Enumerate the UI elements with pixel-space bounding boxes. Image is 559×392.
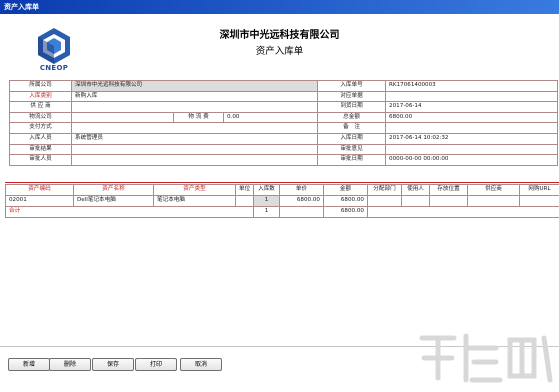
logistics-fee-field[interactable]: 0.00: [222, 111, 319, 124]
order-no-field[interactable]: RK17061400003: [385, 80, 559, 92]
logistics-fee-label: 物 流 费: [173, 111, 224, 124]
supplier-field[interactable]: [70, 101, 319, 113]
document-title: 资产入库单: [255, 46, 304, 57]
approver-label: 审批人员: [9, 154, 72, 166]
belong-company-label: 所属公司: [9, 80, 72, 92]
col-header-amount[interactable]: 金额: [323, 184, 368, 196]
save-button[interactable]: 保存: [92, 358, 134, 371]
category-label: 入库类别: [9, 90, 72, 103]
audit-date-field[interactable]: 0000-00-00 00:00:00: [385, 154, 559, 166]
cell-url[interactable]: [519, 195, 559, 207]
logistics-field[interactable]: [71, 111, 174, 124]
remark-field[interactable]: [385, 122, 559, 134]
total-row-rest: [367, 206, 559, 218]
cell-type[interactable]: 笔记本电脑: [153, 195, 236, 207]
cell-price[interactable]: 6800.00: [279, 195, 324, 207]
col-header-user[interactable]: 使用人: [401, 184, 430, 196]
staff-label: 入库人员: [9, 132, 72, 145]
cell-amount[interactable]: 6800.00: [323, 195, 368, 207]
pay-method-label: 支付方式: [9, 122, 72, 134]
asset-grid: 资产编码 资产名称 资产类型 单位 入库数 单价 金额 分配部门 使用人 存放位…: [5, 184, 559, 218]
belong-company-field[interactable]: 深圳市中光远科技有限公司: [70, 80, 319, 92]
cell-qty[interactable]: 1: [253, 195, 280, 207]
approver-field[interactable]: [70, 154, 319, 166]
col-header-url[interactable]: 网购URL: [519, 184, 559, 196]
col-header-code[interactable]: 资产编码: [5, 184, 74, 196]
window-title: 资产入库单: [4, 3, 39, 11]
col-header-type[interactable]: 资产类型: [153, 184, 236, 196]
col-header-unit[interactable]: 单位: [235, 184, 254, 196]
company-name: 深圳市中光远科技有限公司: [219, 30, 340, 41]
order-no-label: 入库单号: [317, 80, 387, 92]
cell-location[interactable]: [429, 195, 468, 207]
cell-code[interactable]: 02001: [5, 195, 74, 207]
total-row-price: [279, 206, 324, 218]
add-button[interactable]: 新增: [8, 358, 50, 371]
audit-result-label: 审批结果: [9, 143, 72, 156]
audit-date-label: 审批日期: [317, 154, 387, 166]
total-row-qty: 1: [253, 206, 280, 218]
total-row-amount: 6800.00: [323, 206, 368, 218]
category-field[interactable]: 新购入库: [70, 90, 319, 103]
cancel-button[interactable]: 取消: [180, 358, 222, 371]
audit-opinion-label: 审批意见: [317, 143, 387, 156]
watermark-icon: [419, 333, 553, 383]
source-label: 对应单据: [317, 90, 387, 103]
supplier-label: 供 应 商: [9, 101, 72, 113]
window-title-bar: 资产入库单: [0, 0, 559, 14]
in-date-field[interactable]: 2017-06-14 10:02:32: [385, 132, 559, 145]
col-header-price[interactable]: 单价: [279, 184, 324, 196]
total-row-label: 合计: [5, 206, 254, 218]
grid-top-divider: [5, 182, 559, 183]
arrival-date-label: 到货日期: [317, 101, 387, 113]
col-header-location[interactable]: 存放位置: [429, 184, 468, 196]
grid-header-row: 资产编码 资产名称 资产类型 单位 入库数 单价 金额 分配部门 使用人 存放位…: [5, 184, 559, 196]
audit-result-field[interactable]: [70, 143, 319, 156]
remark-label: 备 注: [317, 122, 387, 134]
cell-unit[interactable]: [235, 195, 254, 207]
arrival-date-field[interactable]: 2017-06-14: [385, 101, 559, 113]
col-header-qty[interactable]: 入库数: [253, 184, 280, 196]
col-header-dept[interactable]: 分配部门: [367, 184, 402, 196]
logo-text: CNEOP: [39, 64, 69, 72]
in-date-label: 入库日期: [317, 132, 387, 145]
delete-button[interactable]: 删除: [49, 358, 91, 371]
cell-dept[interactable]: [367, 195, 402, 207]
form-table: 所属公司 深圳市中光远科技有限公司 入库单号 RK17061400003 入库类…: [9, 80, 559, 166]
total-amount-label: 总金额: [317, 111, 387, 124]
col-header-name[interactable]: 资产名称: [73, 184, 154, 196]
cell-name[interactable]: Dell笔记本电脑: [73, 195, 154, 207]
staff-field[interactable]: 系统管理员: [70, 132, 319, 145]
cell-supplier[interactable]: [467, 195, 520, 207]
col-header-supplier[interactable]: 供应商: [467, 184, 520, 196]
total-row: 合计 1 6800.00: [5, 206, 559, 218]
pay-method-field[interactable]: [70, 122, 319, 134]
total-amount-field[interactable]: 6800.00: [385, 111, 559, 124]
source-field[interactable]: [385, 90, 559, 103]
audit-opinion-field[interactable]: [385, 143, 559, 156]
print-button[interactable]: 打印: [135, 358, 177, 371]
cell-user[interactable]: [401, 195, 430, 207]
logistics-label: 物流公司: [9, 111, 72, 124]
table-row[interactable]: 02001 Dell笔记本电脑 笔记本电脑 1 6800.00 6800.00: [5, 195, 559, 207]
